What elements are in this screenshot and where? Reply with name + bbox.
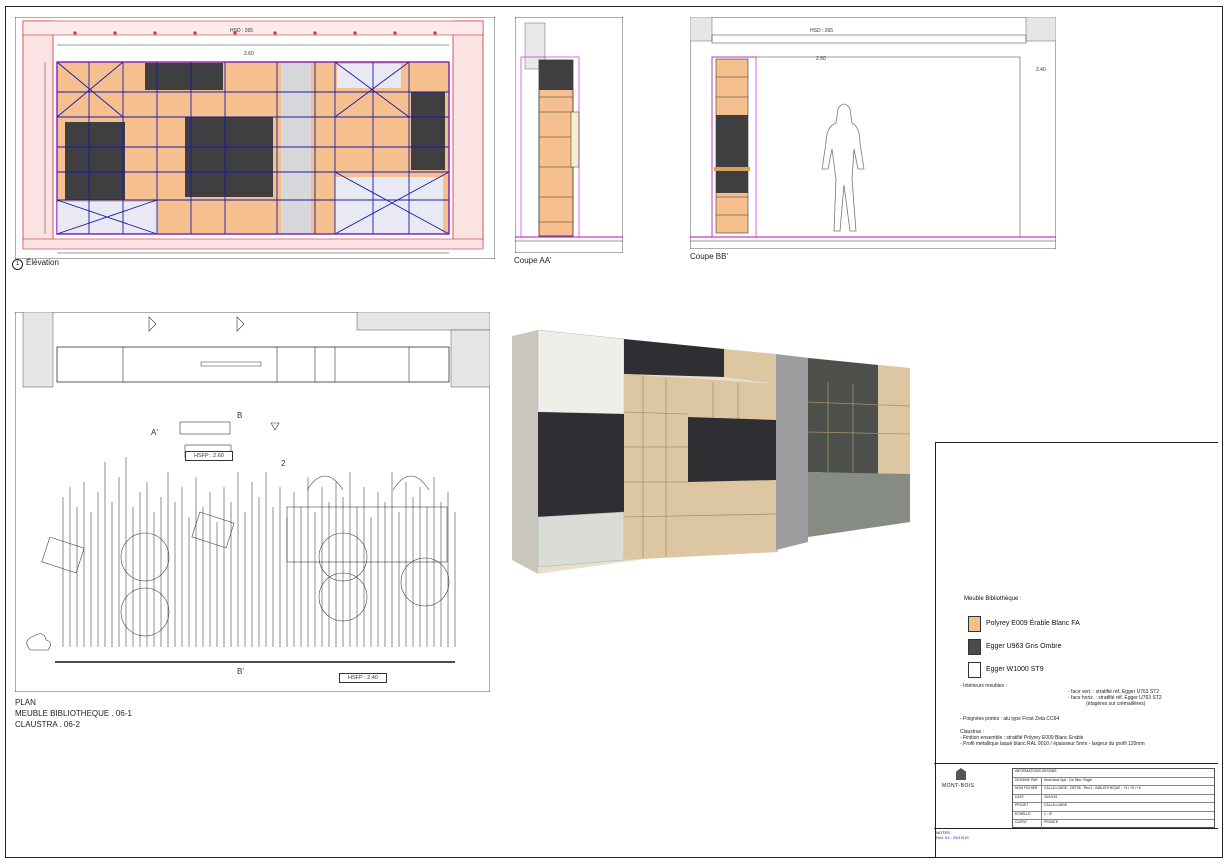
elevation-number: 1 [12,259,23,270]
plan-marker-2: 2 [281,459,286,468]
tb-row: ECHELLE 1 : 20 [1013,811,1214,820]
legend-title: Meuble Bibliothèque : [964,596,1022,602]
tb-key: DESSINE PAR [1013,777,1042,785]
tb-row: NOM FICHIER CALLA LUNGE - DET06 - Rev.1 -… [1013,786,1214,795]
claustras-2: - Profil métallique laqué blanc RAL 9010… [960,741,1145,747]
elevation-dim-top: 2.60 [244,51,254,57]
tb-key: ECHELLE [1013,811,1042,819]
revision-box: NOTES Rev. 01 - 29/10/19 [934,828,1218,858]
plan-marker-a: A' [151,428,158,437]
coupe-bb-drawing [690,17,1056,249]
elevation-hsd: HSD : 265 [230,28,254,34]
tb-value: CALLA LUNGE [1044,803,1068,807]
tb-value: 1 : 20 [1044,811,1053,816]
tb-value: 20/10/19 [1044,794,1058,799]
plan-hsfp-bottom: HSFP : 2.40 [339,673,387,683]
elevation-caption-text: Élévation [26,258,59,267]
tb-key: PROJET [1013,803,1042,811]
legend-swatch-1 [968,616,981,632]
tb-value: CALLA LUNGE - DET06 - Rev.1 - BIBLIOTHEQ… [1044,786,1141,790]
coupe-aa-caption: Coupe AA' [514,256,552,265]
coupe-bb-dim: 2.60 [816,56,826,62]
plan-marker-b: B [237,411,243,420]
legend-label-2: Egger U963 Gris Ombre [986,643,1062,650]
plan-drawing [15,312,490,692]
legend-swatch-3 [968,662,981,678]
interieurs-3: (étagères sur crémaillères) [1086,701,1146,707]
render-3d [512,329,911,574]
plan-line-2: CLAUSTRA . 06-2 [15,720,80,729]
tb-row: DATE 20/10/19 [1013,794,1214,803]
tb-key: CLIENT [1013,820,1042,828]
plan-title: PLAN [15,698,36,707]
coupe-aa-drawing [515,17,623,253]
coupe-bb-dim-right: 2.40 [1036,67,1046,73]
legend-label-1: Polyrey E009 Érable Blanc FA [986,620,1080,627]
tb-row: PROJET CALLA LUNGE [1013,803,1214,812]
legend-swatch-2 [968,639,981,655]
legend-label-3: Egger W1000 ST9 [986,666,1044,673]
elevation-caption: 1 Élévation [12,258,59,270]
elevation-drawing [15,17,495,259]
plan-caption: PLAN MEUBLE BIBLIOTHEQUE . 06-1 CLAUSTRA… [15,697,132,730]
brand-logo-icon [956,768,966,780]
tb-value: PRIVATE [1044,820,1059,824]
plan-line-1: MEUBLE BIBLIOTHEQUE . 06-1 [15,709,132,718]
tb-key: NOM FICHIER [1013,786,1042,794]
title-block-grid: INFORMATIONS DESSINS DESSINE PAR Mont-Boi… [1012,768,1215,829]
revision-value: Rev. 01 - 29/10/19 [936,835,969,840]
plan-hsfp-top: HSFP : 2.60 [185,451,233,461]
poignees: - Poignées portes : alu type Frost Zeta … [960,716,1060,722]
interieurs-title: - Intérieurs meubles : [960,683,1007,689]
plan-marker-b2: B' [237,667,244,676]
tb-row: DESSINE PAR Mont-Bois Sprl - De Sibo, Rog… [1013,777,1214,786]
tb-value: Mont-Bois Sprl - De Sibo, Roger [1044,777,1093,782]
brand-name: MONT-BOIS [942,783,975,789]
tb-key: DATE [1013,794,1042,802]
coupe-bb-hsd: HSD : 265 [810,28,834,34]
coupe-bb-caption: Coupe BB' [690,252,728,261]
tb-header: INFORMATIONS DESSINS [1015,769,1057,773]
title-block: MONT-BOIS INFORMATIONS DESSINS DESSINE P… [934,763,1218,833]
tb-header-row: INFORMATIONS DESSINS [1013,769,1214,778]
